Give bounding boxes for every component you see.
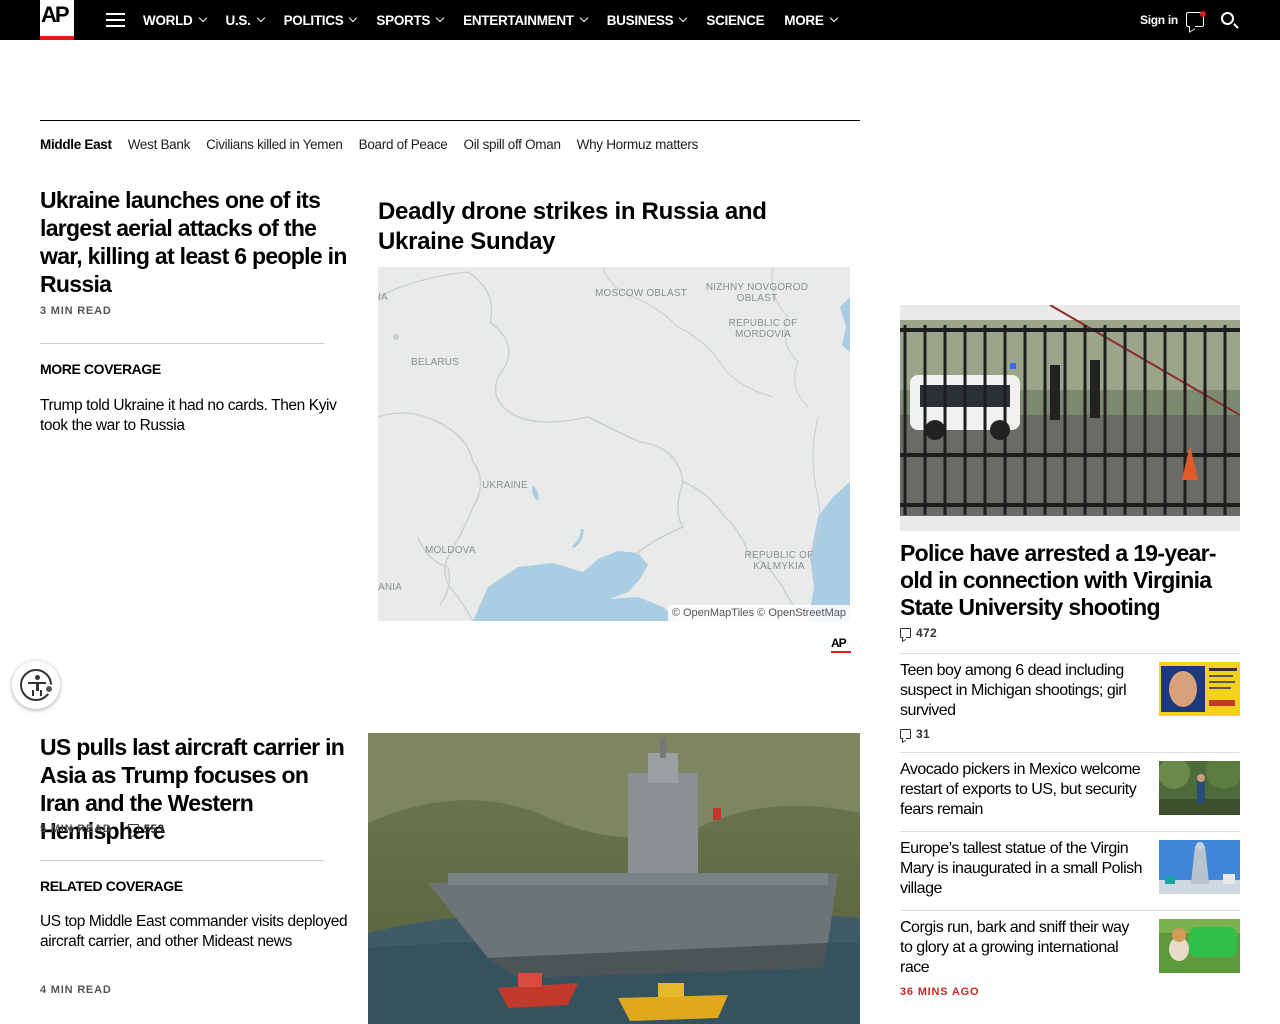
- map-label: REPUBLIC OF MORDOVIA: [728, 318, 798, 340]
- map-label: ANIA: [378, 582, 403, 593]
- timestamp: 36 MINS AGO: [900, 986, 980, 998]
- map-label: NIZHNY NOVGOROD OBLAST: [705, 282, 809, 304]
- nav-us[interactable]: U.S.: [226, 13, 265, 28]
- comment-icon: [127, 824, 139, 834]
- related-coverage-link[interactable]: US top Middle East commander visits depl…: [40, 912, 350, 952]
- aircraft-carrier-photo[interactable]: [368, 733, 860, 1024]
- related-read-time: 4 MIN READ: [40, 984, 112, 996]
- chevron-down-icon: [579, 13, 588, 23]
- chevron-down-icon: [198, 13, 207, 23]
- virgin-mary-statue-thumbnail[interactable]: [1159, 840, 1240, 894]
- nav-politics[interactable]: POLITICS: [284, 13, 358, 28]
- sign-in-link[interactable]: Sign in: [1140, 13, 1178, 27]
- ap-logo-red-bar: [40, 36, 74, 40]
- comment-icon: [900, 729, 911, 739]
- accessibility-button[interactable]: [12, 661, 60, 709]
- suspect-poster-thumbnail[interactable]: [1159, 662, 1240, 716]
- search-icon[interactable]: [1221, 12, 1234, 25]
- map-label: UKRAINE: [482, 480, 528, 491]
- divider: [40, 860, 324, 861]
- nav-entertainment[interactable]: ENTERTAINMENT: [463, 13, 588, 28]
- divider: [900, 910, 1240, 911]
- rail-headline[interactable]: Avocado pickers in Mexico welcome restar…: [900, 760, 1145, 820]
- map-label: REPUBLIC OF KALMYKIA: [744, 550, 814, 572]
- rail-headline[interactable]: Europe’s tallest statue of the Virgin Ma…: [900, 839, 1145, 899]
- chevron-down-icon: [435, 13, 445, 23]
- topic-link[interactable]: Civilians killed in Yemen: [206, 137, 343, 152]
- comment-icon: [900, 628, 911, 638]
- chevron-down-icon: [256, 13, 265, 23]
- lead-read-time: 3 MIN READ: [40, 305, 112, 317]
- ap-logo-text: AP: [41, 2, 70, 27]
- map-label: IA: [378, 292, 388, 303]
- map-label: BELARUS: [411, 357, 460, 368]
- divider: [900, 653, 1240, 654]
- corgi-race-thumbnail[interactable]: [1159, 919, 1240, 973]
- comment-count[interactable]: 553: [127, 822, 165, 836]
- rail-headline[interactable]: Corgis run, bark and sniff their way to …: [900, 918, 1145, 978]
- topic-link[interactable]: Oil spill off Oman: [464, 137, 561, 152]
- avocado-pickers-thumbnail[interactable]: [1159, 761, 1240, 815]
- map-label: MOSCOW OBLAST: [595, 288, 688, 299]
- drone-strike-map[interactable]: MOSCOW OBLAST NIZHNY NOVGOROD OBLAST REP…: [378, 267, 850, 621]
- more-coverage-label: MORE COVERAGE: [40, 361, 161, 377]
- comment-count[interactable]: 472: [900, 626, 937, 640]
- carrier-meta: 5 MIN READ 553: [40, 822, 164, 836]
- nav-world[interactable]: WORLD: [143, 13, 207, 28]
- related-coverage-label: RELATED COVERAGE: [40, 878, 183, 894]
- top-nav-bar: AP WORLD U.S. POLITICS SPORTS ENTERTAINM…: [0, 0, 1280, 40]
- divider: [900, 752, 1240, 753]
- chevron-down-icon: [829, 13, 838, 23]
- ap-credit-logo: AP: [831, 634, 851, 653]
- topic-link[interactable]: Board of Peace: [359, 137, 448, 152]
- map-attribution[interactable]: © OpenMapTiles © OpenStreetMap: [667, 605, 850, 621]
- settings-badge-icon: [44, 684, 54, 694]
- topic-divider: [40, 120, 860, 121]
- nav-sports[interactable]: SPORTS: [376, 13, 445, 28]
- hamburger-menu-icon[interactable]: [106, 13, 125, 27]
- notification-dot: [1200, 11, 1206, 17]
- ap-credit-text: AP: [831, 636, 847, 650]
- rail-headline[interactable]: Teen boy among 6 dead including suspect …: [900, 661, 1145, 721]
- rail-top-headline[interactable]: Police have arrested a 19-year-old in co…: [900, 540, 1240, 621]
- lead-headline[interactable]: Ukraine launches one of its largest aeri…: [40, 186, 350, 298]
- nav-business[interactable]: BUSINESS: [607, 13, 688, 28]
- topic-link[interactable]: Middle East: [40, 137, 112, 152]
- nav-more[interactable]: MORE: [784, 13, 838, 28]
- chevron-down-icon: [349, 13, 358, 23]
- carrier-read-time: 5 MIN READ: [40, 823, 112, 835]
- topic-link[interactable]: Why Hormuz matters: [577, 137, 699, 152]
- nav-science[interactable]: SCIENCE: [706, 13, 764, 28]
- comment-count[interactable]: 31: [900, 727, 930, 741]
- police-scene-photo[interactable]: [900, 305, 1240, 531]
- divider: [40, 343, 324, 344]
- main-nav: WORLD U.S. POLITICS SPORTS ENTERTAINMENT…: [143, 0, 857, 40]
- chevron-down-icon: [679, 13, 688, 23]
- ap-logo[interactable]: AP: [40, 0, 74, 40]
- map-headline[interactable]: Deadly drone strikes in Russia and Ukrai…: [378, 197, 838, 257]
- more-coverage-link[interactable]: Trump told Ukraine it had no cards. Then…: [40, 396, 350, 436]
- divider: [900, 831, 1240, 832]
- topic-strip: Middle East West Bank Civilians killed i…: [40, 137, 714, 152]
- map-label: MOLDOVA: [425, 545, 476, 556]
- topic-link[interactable]: West Bank: [128, 137, 191, 152]
